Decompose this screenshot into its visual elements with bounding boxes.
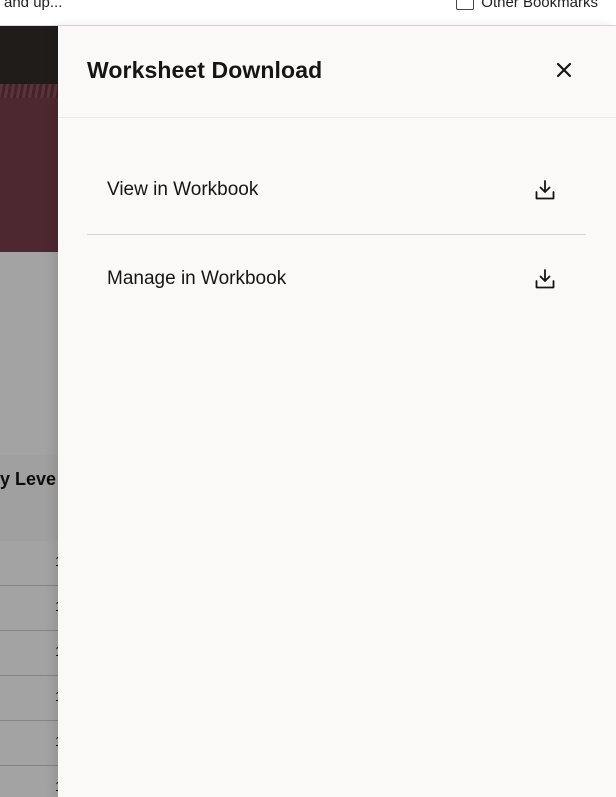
list-item-view-in-workbook[interactable]: View in Workbook [87, 146, 586, 235]
other-bookmarks[interactable]: Other Bookmarks [456, 0, 598, 11]
list-item-manage-in-workbook[interactable]: Manage in Workbook [87, 235, 586, 323]
folder-icon [456, 0, 475, 10]
close-button[interactable] [550, 56, 578, 84]
list-item-label: Manage in Workbook [107, 268, 287, 289]
download-options-list: View in Workbook Manage in Workbook [87, 146, 586, 323]
download-icon[interactable] [533, 267, 557, 291]
list-item-label: View in Workbook [107, 179, 259, 200]
drawer-header: Worksheet Download [58, 26, 616, 118]
bookmarks-bar: and up... Other Bookmarks [0, 0, 616, 26]
bookmark-item[interactable]: and up... [4, 0, 62, 11]
other-bookmarks-label: Other Bookmarks [481, 0, 598, 11]
close-icon [556, 62, 572, 78]
drawer-title: Worksheet Download [87, 57, 323, 83]
worksheet-download-drawer: Worksheet Download View in Workbook Mana… [58, 26, 616, 797]
download-icon[interactable] [533, 178, 557, 202]
